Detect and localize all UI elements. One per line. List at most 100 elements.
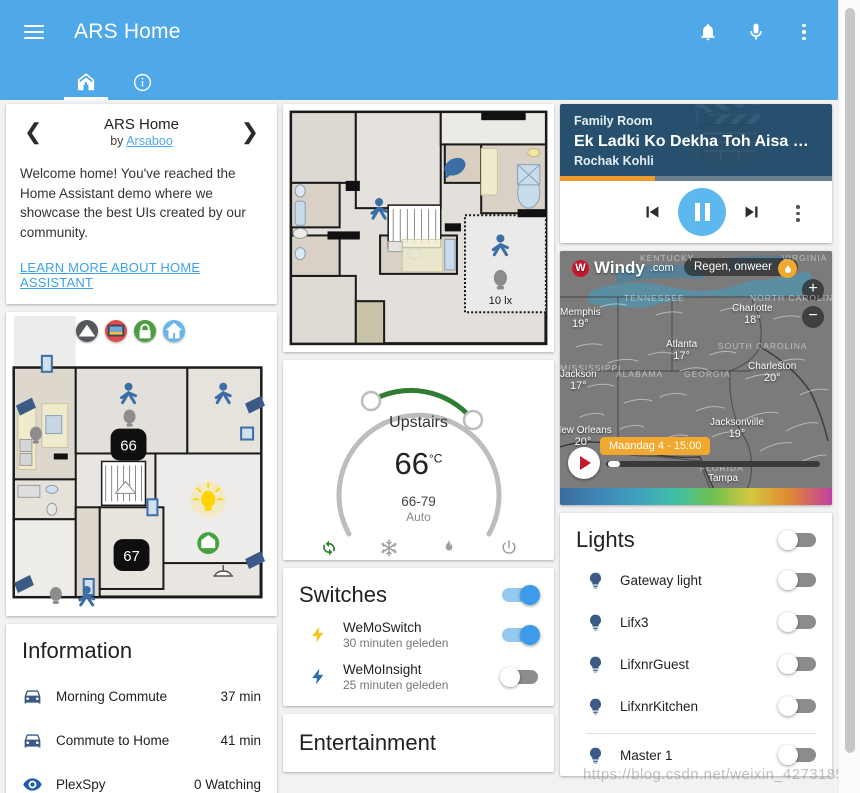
chevron-left-icon[interactable]: ❮ — [20, 121, 46, 143]
light-row-master-1[interactable]: Master 1 — [560, 734, 832, 776]
map-timeline-slider[interactable] — [606, 461, 820, 467]
microphone-icon[interactable] — [736, 12, 776, 52]
hamburger-menu-icon[interactable] — [14, 12, 54, 52]
info-row-morning-commute[interactable]: Morning Commute 37 min — [22, 674, 261, 718]
page-title: ARS Home — [74, 20, 181, 43]
tv-icon[interactable] — [105, 320, 127, 343]
light-bulb-icon — [586, 697, 620, 716]
thermostat-card[interactable]: Upstairs 66°C 66-79 Auto — [283, 359, 554, 560]
pause-button[interactable] — [678, 188, 726, 236]
switch-text: WeMoSwitch 30 minuten geleden — [343, 620, 502, 650]
city-name: Jacksonville — [710, 417, 764, 428]
map-state-label: SOUTH CAROLINA — [718, 341, 808, 351]
scene-dark-icon[interactable] — [76, 320, 98, 343]
weather-map-card[interactable]: W Windy .com Regen, onweer + − KENTUCKY T… — [560, 251, 832, 505]
light-name: LifxnrKitchen — [620, 698, 699, 714]
light-name: Lifx3 — [620, 614, 649, 630]
chevron-right-icon[interactable]: ❯ — [237, 121, 263, 143]
light-toggle-gateway-light[interactable] — [778, 570, 816, 590]
light-bulb-icon — [586, 571, 620, 590]
lock-home-icon[interactable] — [134, 320, 156, 343]
map-city-memphis: Memphis 19° — [560, 307, 601, 330]
light-row-lifx3[interactable]: Lifx3 — [560, 601, 832, 643]
welcome-titles: ARS Home by Arsaboo — [46, 116, 236, 148]
zoom-out-button[interactable]: − — [802, 306, 824, 328]
home-icon[interactable] — [163, 320, 185, 343]
lights-master-toggle[interactable] — [778, 530, 816, 550]
welcome-author-link[interactable]: Arsaboo — [126, 134, 173, 148]
tab-bar — [0, 64, 838, 100]
welcome-by-prefix: by — [110, 134, 127, 148]
next-track-button[interactable] — [732, 192, 772, 232]
information-card: Information Morning Commute 37 min Commu… — [6, 624, 277, 793]
map-state-label: TENNESSEE — [624, 293, 685, 303]
city-temp: 17° — [673, 350, 690, 362]
map-time-label: Maandag 4 - 15:00 — [600, 437, 711, 455]
windy-brand-suffix: .com — [649, 262, 674, 274]
light-toggle-lifxnrguest[interactable] — [778, 654, 816, 674]
switch-name: WeMoSwitch — [343, 619, 422, 635]
switch-toggle-wemoinsight[interactable] — [500, 666, 538, 687]
light-name: LifxnrGuest — [620, 656, 690, 672]
media-overflow-button[interactable] — [778, 192, 818, 232]
light-row-gateway-light[interactable]: Gateway light — [560, 559, 832, 601]
info-row-plexspy[interactable]: PlexSpy 0 Watching — [22, 762, 261, 793]
map-state-label: KENTUCKY — [640, 253, 695, 263]
play-icon[interactable] — [568, 447, 600, 479]
page-scrollbar[interactable] — [838, 0, 860, 793]
column-middle: 10 lx Upstairs 66°C 66-79 Auto Switches … — [283, 104, 554, 793]
thermostat-temp-value: 66 — [394, 445, 429, 481]
thermostat-range: 66-79 — [401, 493, 436, 509]
info-value: 0 Watching — [193, 776, 261, 792]
switches-master-toggle[interactable] — [502, 584, 540, 605]
map-state-label: VIRGINIA — [782, 253, 828, 263]
eye-icon — [22, 774, 56, 793]
media-title: Ek Ladki Ko Dekha Toh Aisa Laga - ... — [574, 133, 818, 150]
app-root: ARS Home ❮ ARS Home by Arsaboo ❯ Welcome… — [0, 0, 860, 793]
city-name: Atlanta — [666, 339, 698, 350]
lights-card: Lights Gateway light Lifx3 LifxnrGuest L… — [560, 513, 832, 776]
light-name: Master 1 — [620, 747, 673, 763]
car-icon — [22, 686, 56, 707]
lights-header: Lights — [560, 513, 832, 559]
switch-row-wemoinsight[interactable]: WeMoInsight 25 minuten geleden — [283, 656, 554, 698]
learn-more-link[interactable]: LEARN MORE ABOUT HOME ASSISTANT — [20, 260, 263, 290]
floorplan-lower-card[interactable]: 66 67 — [6, 312, 277, 617]
bell-icon[interactable] — [688, 12, 728, 52]
app-bar: ARS Home — [0, 0, 838, 100]
light-toggle-master-1[interactable] — [778, 745, 816, 765]
floorplan-upper-card[interactable]: 10 lx — [283, 104, 554, 352]
welcome-header: ❮ ARS Home by Arsaboo ❯ — [20, 116, 263, 148]
app-bar-actions — [688, 12, 824, 52]
switch-toggle-wemoswitch[interactable] — [502, 624, 540, 645]
scrollbar-thumb[interactable] — [845, 8, 855, 753]
svg-text:66: 66 — [120, 438, 137, 455]
entertainment-title: Entertainment — [299, 729, 436, 755]
info-row-commute-to-home[interactable]: Commute to Home 41 min — [22, 718, 261, 762]
light-toggle-lifx3[interactable] — [778, 612, 816, 632]
light-bulb-icon — [586, 613, 620, 632]
welcome-author-line: by Arsaboo — [46, 134, 236, 148]
kebab-menu-icon[interactable] — [784, 12, 824, 52]
tab-home[interactable] — [58, 64, 114, 100]
thermostat-dial[interactable]: Upstairs 66°C 66-79 Auto — [309, 374, 529, 539]
light-toggle-lifxnrkitchen[interactable] — [778, 696, 816, 716]
city-name: Tampa — [708, 473, 739, 484]
city-temp: 17° — [570, 380, 587, 392]
light-row-lifxnrkitchen[interactable]: LifxnrKitchen — [560, 685, 832, 727]
switch-row-wemoswitch[interactable]: WeMoSwitch 30 minuten geleden — [283, 614, 554, 656]
windy-mark-icon: W — [572, 259, 589, 277]
city-name: Jackson — [560, 369, 597, 380]
light-text: LifxnrGuest — [620, 657, 780, 672]
welcome-name: ARS Home — [103, 116, 180, 133]
tab-info[interactable] — [114, 64, 170, 100]
map-state-label: NORTH CAROLINA — [750, 293, 832, 303]
media-player-card: 🎬 Family Room Ek Ladki Ko Dekha Toh Aisa… — [560, 104, 832, 243]
info-value: 37 min — [220, 688, 261, 704]
previous-track-button[interactable] — [632, 192, 672, 232]
light-row-lifxnrguest[interactable]: LifxnrGuest — [560, 643, 832, 685]
city-name: New Orleans — [560, 425, 612, 436]
weather-condition-badge[interactable]: Regen, onweer — [684, 258, 798, 278]
floorplan-upper-image: 10 lx — [283, 104, 554, 352]
map-city-jacksonville: Jacksonville 19° — [710, 417, 764, 440]
